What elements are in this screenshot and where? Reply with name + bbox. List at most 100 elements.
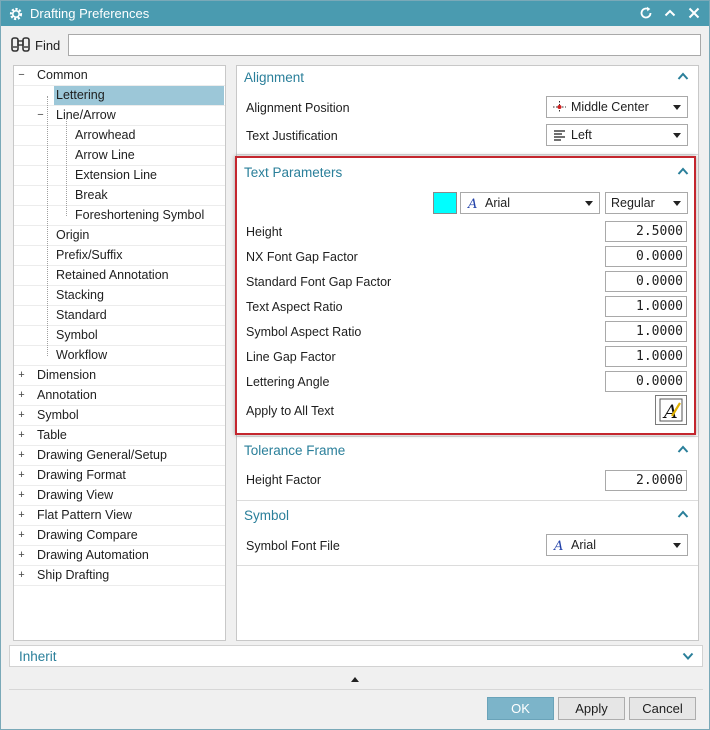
tree-item[interactable]: − Line/Arrow — [14, 106, 225, 126]
tolerance-frame-section-header[interactable]: Tolerance Frame — [237, 439, 698, 465]
expand-icon[interactable]: + — [17, 410, 26, 421]
ok-button[interactable]: OK — [487, 697, 554, 720]
font-style-dropdown[interactable]: Regular — [605, 192, 688, 214]
tree-item-label: Drawing General/Setup — [37, 448, 167, 462]
tree-item[interactable]: + Drawing Compare — [14, 526, 225, 546]
collapse-icon[interactable]: − — [17, 70, 26, 81]
footer-divider — [9, 689, 703, 690]
expand-icon[interactable]: + — [17, 570, 26, 581]
text-parameter-field[interactable]: 1.0000 — [605, 296, 687, 317]
expand-icon[interactable]: + — [17, 470, 26, 481]
chevron-down-icon — [673, 201, 681, 206]
tree-item[interactable]: + Symbol — [14, 406, 225, 426]
expand-icon[interactable]: + — [17, 550, 26, 561]
text-parameter-field[interactable]: 0.0000 — [605, 246, 687, 267]
expand-icon[interactable]: + — [17, 490, 26, 501]
tree-item[interactable]: Origin — [14, 226, 225, 246]
svg-text:A: A — [553, 539, 563, 552]
expand-icon[interactable]: + — [17, 450, 26, 461]
reset-icon[interactable] — [637, 3, 655, 23]
expand-icon[interactable]: + — [17, 530, 26, 541]
expand-icon[interactable]: + — [17, 390, 26, 401]
tree-item-label: Line/Arrow — [56, 108, 116, 122]
tree-item[interactable]: − Common — [14, 66, 225, 86]
chevron-down-icon — [673, 105, 681, 110]
chevron-down-icon[interactable] — [681, 649, 695, 663]
gear-icon — [7, 5, 25, 23]
tree-item[interactable]: Arrowhead — [14, 126, 225, 146]
apply-button[interactable]: Apply — [558, 697, 625, 720]
tree-item[interactable]: + Drawing Automation — [14, 546, 225, 566]
find-label: Find — [35, 37, 61, 53]
tree-item[interactable]: Standard — [14, 306, 225, 326]
tree-item[interactable]: Lettering — [14, 86, 225, 106]
section-divider — [237, 565, 698, 566]
expand-icon[interactable]: + — [17, 510, 26, 521]
text-parameter-field[interactable]: 1.0000 — [605, 321, 687, 342]
expand-icon[interactable]: + — [17, 430, 26, 441]
tree-item[interactable]: + Table — [14, 426, 225, 446]
tree-item-label: Annotation — [37, 388, 97, 402]
font-dropdown[interactable]: A Arial — [460, 192, 600, 214]
tree-item[interactable]: + Dimension — [14, 366, 225, 386]
tree-item[interactable]: Break — [14, 186, 225, 206]
text-parameter-field[interactable]: 2.5000 — [605, 221, 687, 242]
category-tree: − Common Lettering − Line/Arrow Arrowhead Arro… — [13, 65, 226, 641]
chevron-up-icon[interactable] — [676, 507, 690, 521]
apply-to-all-text-button[interactable]: A — [655, 395, 687, 425]
inherit-section-header[interactable]: Inherit — [9, 645, 703, 667]
tree-item[interactable]: + Drawing View — [14, 486, 225, 506]
symbol-font-file-value: Arial — [571, 538, 597, 552]
alignment-position-value: Middle Center — [571, 100, 649, 114]
tree-item[interactable]: Extension Line — [14, 166, 225, 186]
tree-item-label: Foreshortening Symbol — [75, 208, 205, 222]
tree-item-label: Arrow Line — [75, 148, 135, 162]
tree-item[interactable]: Arrow Line — [14, 146, 225, 166]
height-factor-field[interactable]: 2.0000 — [605, 470, 687, 491]
tree-item[interactable]: + Drawing General/Setup — [14, 446, 225, 466]
text-parameter-field[interactable]: 1.0000 — [605, 346, 687, 367]
collapse-arrow-icon[interactable] — [351, 677, 359, 682]
text-parameter-label: Lettering Angle — [246, 375, 330, 389]
tree-item[interactable]: Symbol — [14, 326, 225, 346]
svg-text:A: A — [467, 197, 477, 210]
tolerance-frame-section-title: Tolerance Frame — [244, 443, 346, 458]
tree-item-label: Ship Drafting — [37, 568, 110, 582]
text-parameters-section-header[interactable]: Text Parameters — [237, 161, 698, 187]
text-parameter-field[interactable]: 0.0000 — [605, 371, 687, 392]
text-justification-dropdown[interactable]: Left — [546, 124, 688, 146]
collapse-icon[interactable]: − — [36, 110, 45, 121]
chevron-up-icon[interactable] — [676, 442, 690, 456]
title-bar[interactable]: Drafting Preferences — [1, 1, 709, 26]
expand-icon[interactable]: + — [17, 370, 26, 381]
tree-item[interactable]: + Flat Pattern View — [14, 506, 225, 526]
text-parameter-label: Symbol Aspect Ratio — [246, 325, 362, 339]
collapse-up-icon[interactable] — [661, 3, 679, 23]
tree-item[interactable]: Prefix/Suffix — [14, 246, 225, 266]
alignment-section-header[interactable]: Alignment — [237, 66, 698, 92]
alignment-position-dropdown[interactable]: Middle Center — [546, 96, 688, 118]
section-divider — [237, 436, 698, 437]
close-icon[interactable] — [685, 3, 703, 23]
chevron-down-icon — [673, 133, 681, 138]
tree-item[interactable]: Workflow — [14, 346, 225, 366]
tree-item[interactable]: Retained Annotation — [14, 266, 225, 286]
text-parameters-section-title: Text Parameters — [244, 165, 343, 180]
find-input[interactable] — [68, 34, 701, 56]
tree-item[interactable]: + Annotation — [14, 386, 225, 406]
tree-item[interactable]: + Ship Drafting — [14, 566, 225, 586]
text-justification-value: Left — [571, 128, 592, 142]
cancel-button[interactable]: Cancel — [629, 697, 696, 720]
text-color-swatch[interactable] — [433, 192, 457, 214]
chevron-up-icon[interactable] — [676, 69, 690, 83]
text-parameter-field[interactable]: 0.0000 — [605, 271, 687, 292]
tree-item-label: Retained Annotation — [56, 268, 169, 282]
symbol-section-header[interactable]: Symbol — [237, 504, 698, 530]
tree-item-label: Symbol — [56, 328, 98, 342]
tree-item[interactable]: + Drawing Format — [14, 466, 225, 486]
drafting-preferences-dialog: Drafting Preferences Find − Common Lette… — [0, 0, 710, 730]
tree-item[interactable]: Stacking — [14, 286, 225, 306]
tree-item[interactable]: Foreshortening Symbol — [14, 206, 225, 226]
chevron-up-icon[interactable] — [676, 164, 690, 178]
symbol-font-file-dropdown[interactable]: A Arial — [546, 534, 688, 556]
